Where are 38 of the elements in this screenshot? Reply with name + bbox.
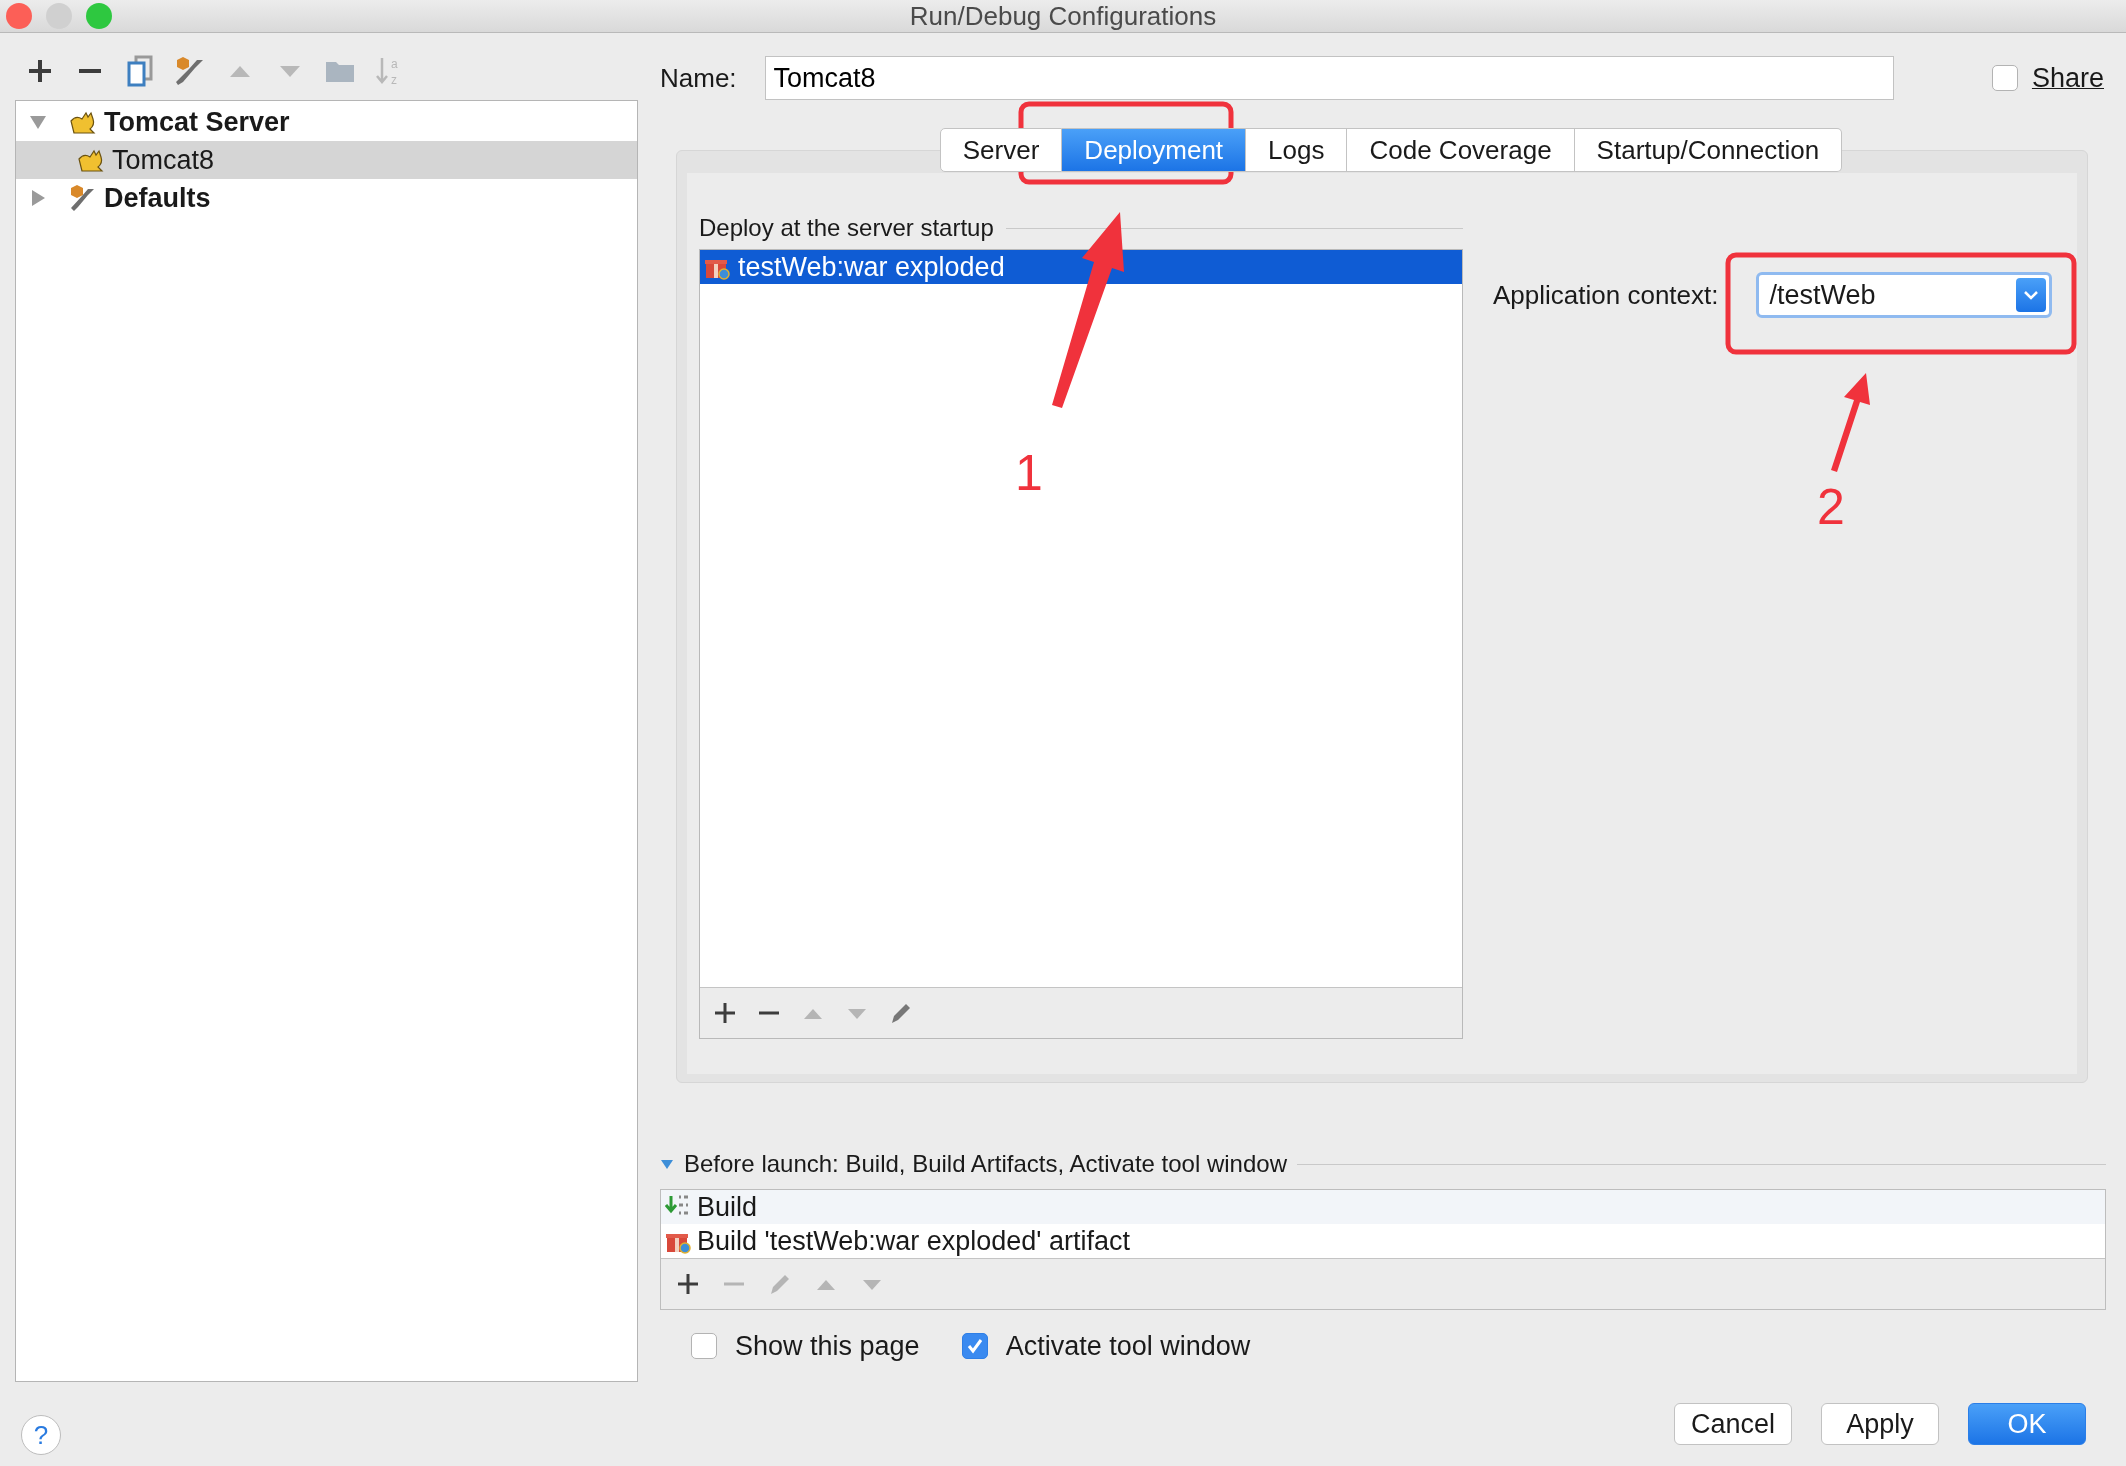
tab[interactable]: Startup/Connection [1574,128,1843,172]
section-heading: Deploy at the server startup [699,214,994,242]
tab[interactable]: Deployment [1062,128,1247,172]
dialog-button[interactable]: Apply [1821,1403,1939,1445]
tree-item[interactable]: Tomcat8 [16,141,637,179]
close-button[interactable] [6,3,32,29]
chevron-down-icon [2023,289,2040,301]
window-title: Run/Debug Configurations [909,0,1217,32]
tree-item[interactable]: Defaults [16,179,637,217]
cat-icon [76,147,106,173]
checkbox[interactable] [961,1333,988,1359]
dialog-button[interactable]: Cancel [1674,1403,1792,1445]
section-heading: Before launch: Build, Build Artifacts, Activate tool window [684,1150,1287,1178]
share-label: Share [2031,62,2104,94]
zoom-button[interactable] [86,3,112,29]
name-field[interactable]: Tomcat8 [764,56,1894,100]
expand-arrow-icon[interactable] [660,1157,674,1171]
context-label: Application context: [1493,279,1719,311]
add-icon[interactable] [712,1000,738,1026]
checkbox[interactable] [691,1333,717,1359]
check-icon [965,1337,984,1355]
annotation-number: 2 [1817,478,1845,536]
tab[interactable]: Server [939,128,1063,172]
help-button[interactable]: ? [21,1415,61,1455]
name-label: Name: [660,62,737,94]
tab[interactable]: Logs [1246,128,1348,172]
annotation-number: 1 [1015,444,1043,502]
tab[interactable]: Code Coverage [1347,128,1575,172]
task-item[interactable]: Build [661,1190,2105,1224]
context-combo-box[interactable]: /testWeb [1756,272,2053,318]
tree-item[interactable]: Tomcat Server [16,103,637,141]
add-icon[interactable] [675,1271,701,1297]
share-checkbox[interactable] [1991,65,2018,91]
minimize-button[interactable] [46,3,72,29]
cat-icon [68,109,98,135]
checkbox-label: Activate tool window [1005,1330,1251,1362]
list-item[interactable]: testWeb:war exploded [700,250,1462,284]
checkbox-label: Show this page [735,1330,920,1362]
